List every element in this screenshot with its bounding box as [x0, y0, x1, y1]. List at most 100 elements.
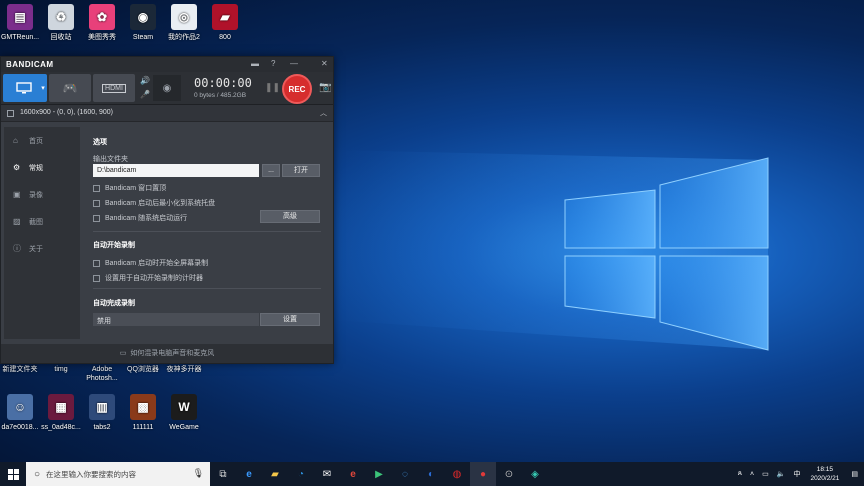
output-folder-input[interactable]: D:\bandicam — [93, 164, 259, 177]
pause-icon[interactable]: ❚❚ — [265, 82, 280, 93]
desktop-icon-label: da7e0018... — [1, 424, 39, 431]
desktop-icon[interactable]: ♻ 回收站 — [39, 4, 83, 42]
desktop-icon-label: Steam — [132, 34, 154, 41]
footer-link[interactable]: ▭ 如何混录电脑声音和麦克风 — [1, 344, 333, 363]
taskbar-search[interactable]: ○ 在这里输入你要搜索的内容 🎙 — [26, 462, 210, 486]
desktop-icon-label[interactable]: Adobe Photosh... — [80, 365, 124, 383]
desktop-icon[interactable]: ▩ 111111 — [121, 394, 165, 432]
browse-button[interactable]: ... — [262, 164, 280, 177]
checkbox-minimize-to-tray[interactable]: Bandicam 启动后最小化到系统托盘 — [93, 198, 215, 208]
file-size: 0 bytes / 485.2GB — [194, 92, 247, 99]
checkbox-auto-start-timer[interactable]: 设置用于自动开始录制的计时器 — [93, 273, 203, 283]
app-icon: ☺ — [7, 394, 33, 420]
start-button[interactable] — [0, 462, 26, 486]
gear-icon: ⚙ — [13, 163, 21, 172]
checkbox-run-on-startup[interactable]: Bandicam 随系统启动运行 — [93, 213, 187, 223]
desktop-icon[interactable]: ▥ tabs2 — [80, 394, 124, 432]
task-view-icon[interactable]: ⧉ — [210, 462, 236, 486]
help-icon[interactable]: ? — [271, 59, 275, 68]
keyboard-icon: ▭ — [119, 350, 127, 357]
desktop-icon-label[interactable]: QQ浏览器 — [121, 365, 165, 374]
resolution-checkbox[interactable] — [7, 110, 14, 117]
desktop-icon[interactable]: ◎ 我的作品2 — [162, 4, 206, 42]
desktop-icon[interactable]: ▰ 800 — [203, 4, 247, 42]
desktop-icon[interactable]: ▦ ss_0ad48c... — [39, 394, 83, 432]
sidebar-item[interactable]: ⌂ 首页 — [4, 127, 80, 154]
gamepad-icon: 🎮 — [62, 81, 78, 95]
chevron-up-icon[interactable]: ˄ — [750, 471, 754, 478]
general-settings-panel: 选项 输出文件夹 D:\bandicam ... 打开 Bandicam 窗口置… — [84, 127, 330, 339]
desktop-icon[interactable]: ▤ GMTReun... — [0, 4, 42, 42]
desktop-icon[interactable]: W WeGame — [162, 394, 206, 432]
desktop-icon-label[interactable]: timg — [39, 365, 83, 374]
rec-button[interactable]: REC — [282, 74, 312, 104]
edge-icon[interactable]: e — [236, 462, 262, 486]
auto-start-title: 自动开始录制 — [93, 242, 135, 249]
desktop-icon-label[interactable]: 新建文件夹 — [0, 365, 42, 374]
device-mode-button[interactable]: HDMI — [93, 74, 135, 102]
clock[interactable]: 18:15 2020/2/21 — [804, 465, 845, 483]
timer: 00:00:00 — [194, 76, 252, 90]
checkbox-always-on-top[interactable]: Bandicam 窗口置顶 — [93, 183, 166, 193]
bandicam-taskbar-icon[interactable]: ● — [470, 462, 496, 486]
sidebar: ⌂ 首页 ⚙ 常规 ▣ 录像 ▨ 截图 ⓘ 关于 — [4, 127, 80, 339]
image-icon: ▨ — [13, 217, 21, 226]
file-explorer-icon[interactable]: ▰ — [262, 462, 288, 486]
search-icon: ○ — [34, 468, 41, 480]
auto-complete-value: 禁用 — [93, 313, 259, 326]
desktop-icon-label: 800 — [219, 34, 231, 41]
checkbox-start-fullscreen-recording[interactable]: Bandicam 启动时开始全屏幕录制 — [93, 258, 208, 268]
sidebar-item[interactable]: ⓘ 关于 — [4, 235, 80, 262]
toolbar: ▾ 🎮 HDMI 🔊 🎤 ◉ 00:00:00 0 bytes / 485.2G… — [1, 72, 333, 105]
options-title: 选项 — [93, 139, 107, 146]
camera-icon[interactable]: 📷 — [319, 82, 331, 93]
auto-complete-settings-button[interactable]: 设置 — [260, 313, 320, 326]
notification-icon[interactable]: ▤ — [851, 470, 858, 478]
advanced-button[interactable]: 高级 — [260, 210, 320, 223]
browser-icon[interactable]: ◌ — [392, 462, 418, 486]
netease-music-icon[interactable]: ◍ — [444, 462, 470, 486]
app-icon[interactable]: ⊙ — [496, 462, 522, 486]
webcam-icon: ◉ — [162, 82, 172, 94]
folder-icon[interactable]: ▬ — [251, 59, 259, 68]
browser-360-icon[interactable]: e — [340, 462, 366, 486]
input-language[interactable]: 中 — [793, 469, 800, 479]
game-mode-button[interactable]: 🎮 — [49, 74, 91, 102]
desktop-icon[interactable]: ✿ 美图秀秀 — [80, 4, 124, 42]
sidebar-item[interactable]: ⚙ 常规 — [4, 154, 80, 181]
speaker-icon[interactable]: 🔊 — [140, 76, 150, 85]
system-tray: ጰ ˄ ▭ 🔈 中 18:15 2020/2/21 ▤ — [734, 462, 864, 486]
hdmi-icon: HDMI — [102, 83, 126, 93]
resolution-text: 1600x900 - (0, 0), (1600, 900) — [20, 109, 114, 116]
sidebar-item[interactable]: ▣ 录像 — [4, 181, 80, 208]
webcam-button[interactable]: ◉ — [153, 75, 181, 101]
app-icon: ▤ — [7, 4, 33, 30]
search-placeholder: 在这里输入你要搜索的内容 — [46, 469, 137, 479]
sidebar-item-label: 截图 — [29, 218, 43, 226]
network-icon[interactable]: ▭ — [762, 470, 769, 478]
resolution-bar[interactable]: 1600x900 - (0, 0), (1600, 900) ︿ — [1, 105, 333, 122]
media-player-icon[interactable]: ▶ — [366, 462, 392, 486]
microphone-icon[interactable]: 🎙 — [193, 468, 204, 479]
close-button[interactable]: ✕ — [321, 59, 328, 68]
sidebar-item[interactable]: ▨ 截图 — [4, 208, 80, 235]
app-icon[interactable]: ◈ — [522, 462, 548, 486]
clock-app-icon[interactable]: ◔ — [288, 462, 314, 486]
desktop-icon[interactable]: ☺ da7e0018... — [0, 394, 42, 432]
chevron-up-icon[interactable]: ︿ — [320, 108, 327, 118]
desktop-icon-label: 回收站 — [50, 34, 72, 41]
output-folder-label: 输出文件夹 — [93, 156, 128, 163]
sidebar-item-label: 常规 — [29, 164, 43, 172]
person-icon[interactable]: ጰ — [738, 470, 742, 478]
app-icon[interactable]: ◐ — [418, 462, 444, 486]
screen-mode-dropdown[interactable]: ▾ — [39, 74, 47, 102]
mail-icon[interactable]: ✉ — [314, 462, 340, 486]
sidebar-item-label: 录像 — [29, 191, 43, 199]
microphone-icon[interactable]: 🎤 — [140, 90, 150, 99]
desktop-icon-label: tabs2 — [93, 424, 111, 431]
minimize-button[interactable]: — — [290, 59, 298, 68]
desktop-icon-label[interactable]: 夜神多开器 — [162, 365, 206, 374]
speaker-icon[interactable]: 🔈 — [777, 470, 786, 478]
desktop-icon[interactable]: ◉ Steam — [121, 4, 165, 42]
open-folder-button[interactable]: 打开 — [282, 164, 320, 177]
